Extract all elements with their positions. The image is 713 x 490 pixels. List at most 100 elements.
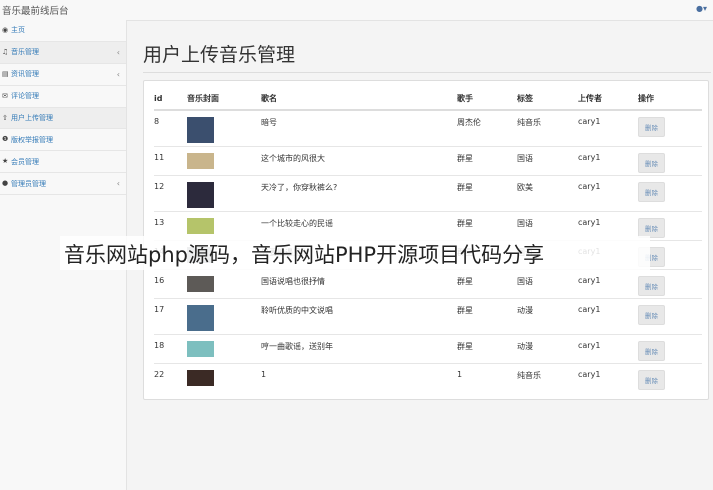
col-header-uploader: 上传者 — [578, 88, 638, 111]
cell-song-name: 这个城市的风很大 — [261, 146, 457, 176]
info-icon: ❶ — [2, 135, 9, 144]
cell-actions: 删除 — [638, 109, 702, 147]
delete-button[interactable]: 删除 — [638, 370, 665, 390]
cell-uploader: cary1 — [578, 298, 638, 335]
table-header-row: id 音乐封面 歌名 歌手 标签 上传者 操作 — [154, 88, 702, 111]
cell-song-name: 天冷了，你穿秋裤么? — [261, 175, 457, 212]
cell-singer: 群星 — [457, 269, 517, 299]
table-row: 8 暗号 周杰伦 纯音乐 cary1 删除 — [154, 109, 702, 147]
cell-song-name: 1 — [261, 363, 457, 392]
delete-button[interactable]: 删除 — [638, 305, 665, 325]
cell-tag: 动漫 — [517, 298, 578, 335]
caption-text: 音乐网站php源码，音乐网站PHP开源项目代码分享 — [64, 243, 545, 267]
delete-button[interactable]: 删除 — [638, 276, 665, 296]
cell-actions: 删除 — [638, 269, 702, 299]
chevron-left-icon: ‹ — [116, 47, 120, 57]
delete-button[interactable]: 删除 — [638, 218, 665, 238]
page-title: 用户上传音乐管理 — [143, 44, 296, 66]
top-navbar: 音乐最前线后台 ●▾ — [0, 0, 713, 21]
cell-singer: 周杰伦 — [457, 109, 517, 147]
cell-tag: 国语 — [517, 146, 578, 176]
sidebar-item-label: 管理员管理 — [11, 179, 46, 188]
album-cover-image — [187, 341, 214, 357]
album-cover-image — [187, 182, 214, 208]
sidebar-item-label: 主页 — [11, 26, 25, 35]
sidebar-item-music[interactable]: ♫ 音乐管理 ‹ — [0, 41, 126, 64]
app-title[interactable]: 音乐最前线后台 — [2, 3, 69, 17]
sidebar-item-label: 会员管理 — [11, 157, 39, 166]
col-header-id: id — [154, 88, 187, 111]
col-header-singer: 歌手 — [457, 88, 517, 111]
cell-id: 18 — [154, 334, 187, 364]
cell-tag: 纯音乐 — [517, 363, 578, 392]
sidebar-item-uploads[interactable]: ⇧ 用户上传管理 — [0, 107, 126, 130]
album-cover-image — [187, 370, 214, 386]
user-menu-icon[interactable]: ●▾ — [696, 4, 707, 13]
album-cover-image — [187, 153, 214, 169]
cell-tag: 动漫 — [517, 334, 578, 364]
table-row: 12 天冷了，你穿秋裤么? 群星 欧美 cary1 删除 — [154, 175, 702, 212]
news-icon: ▤ — [2, 69, 9, 78]
cell-cover — [187, 109, 261, 147]
cell-actions: 删除 — [638, 146, 702, 176]
cell-cover — [187, 175, 261, 212]
sidebar-item-label: 资讯管理 — [11, 70, 39, 79]
cell-uploader: cary1 — [578, 334, 638, 364]
cell-uploader: cary1 — [578, 269, 638, 299]
table-row: 22 1 1 纯音乐 cary1 删除 — [154, 363, 702, 392]
delete-button[interactable]: 删除 — [638, 182, 665, 202]
table-row: 18 哼一曲歌谣，送别年 群星 动漫 cary1 删除 — [154, 334, 702, 364]
vip-icon: ★ — [2, 157, 9, 166]
cell-song-name: 暗号 — [261, 109, 457, 147]
cell-singer: 群星 — [457, 334, 517, 364]
cell-id: 12 — [154, 175, 187, 212]
table-row: 11 这个城市的风很大 群星 国语 cary1 删除 — [154, 146, 702, 176]
cell-singer: 群星 — [457, 298, 517, 335]
table-row: 16 国语说唱也很抒情 群星 国语 cary1 删除 — [154, 269, 702, 299]
cell-singer: 群星 — [457, 146, 517, 176]
comment-icon: ✉ — [2, 91, 8, 100]
cell-actions: 删除 — [638, 334, 702, 364]
cell-cover — [187, 269, 261, 299]
dashboard-icon: ◉ — [2, 25, 9, 34]
sidebar-item-copyright[interactable]: ❶ 版权举报管理 — [0, 129, 126, 152]
delete-button[interactable]: 删除 — [638, 117, 665, 137]
album-cover-image — [187, 117, 214, 143]
album-cover-image — [187, 276, 214, 292]
cell-cover — [187, 363, 261, 392]
cell-cover — [187, 334, 261, 364]
cell-tag: 纯音乐 — [517, 109, 578, 147]
delete-button[interactable]: 删除 — [638, 341, 665, 361]
sidebar-item-members[interactable]: ★ 会员管理 — [0, 151, 126, 174]
sidebar-item-comments[interactable]: ✉ 评论管理 — [0, 86, 126, 108]
cell-tag: 欧美 — [517, 175, 578, 212]
admin-icon: ● — [2, 179, 9, 188]
cell-actions: 删除 — [638, 363, 702, 392]
cell-tag: 国语 — [517, 269, 578, 299]
cell-song-name: 聆听优质的中文说唱 — [261, 298, 457, 335]
sidebar-item-admins[interactable]: ● 管理员管理 ‹ — [0, 173, 126, 196]
sidebar-item-label: 音乐管理 — [11, 48, 39, 57]
chevron-left-icon: ‹ — [116, 69, 120, 79]
sidebar-item-news[interactable]: ▤ 资讯管理 ‹ — [0, 64, 126, 86]
cell-song-name: 哼一曲歌谣，送别年 — [261, 334, 457, 364]
col-header-cover: 音乐封面 — [187, 88, 261, 111]
cell-song-name: 国语说唱也很抒情 — [261, 269, 457, 299]
cell-cover — [187, 298, 261, 335]
cell-singer: 群星 — [457, 175, 517, 212]
album-cover-image — [187, 218, 214, 234]
col-header-actions: 操作 — [638, 88, 702, 111]
cell-singer: 1 — [457, 363, 517, 392]
chevron-left-icon: ‹ — [116, 179, 120, 189]
sidebar-item-home[interactable]: ◉ 主页 — [0, 20, 126, 42]
sidebar-item-label: 用户上传管理 — [11, 114, 53, 122]
sidebar-item-label: 评论管理 — [11, 92, 39, 101]
upload-icon: ⇧ — [2, 113, 8, 122]
sidebar-item-label: 版权举报管理 — [11, 135, 53, 144]
cell-uploader: cary1 — [578, 175, 638, 212]
cell-id: 11 — [154, 146, 187, 176]
cell-uploader: cary1 — [578, 109, 638, 147]
cell-cover — [187, 146, 261, 176]
cell-actions: 删除 — [638, 175, 702, 212]
delete-button[interactable]: 删除 — [638, 153, 665, 173]
